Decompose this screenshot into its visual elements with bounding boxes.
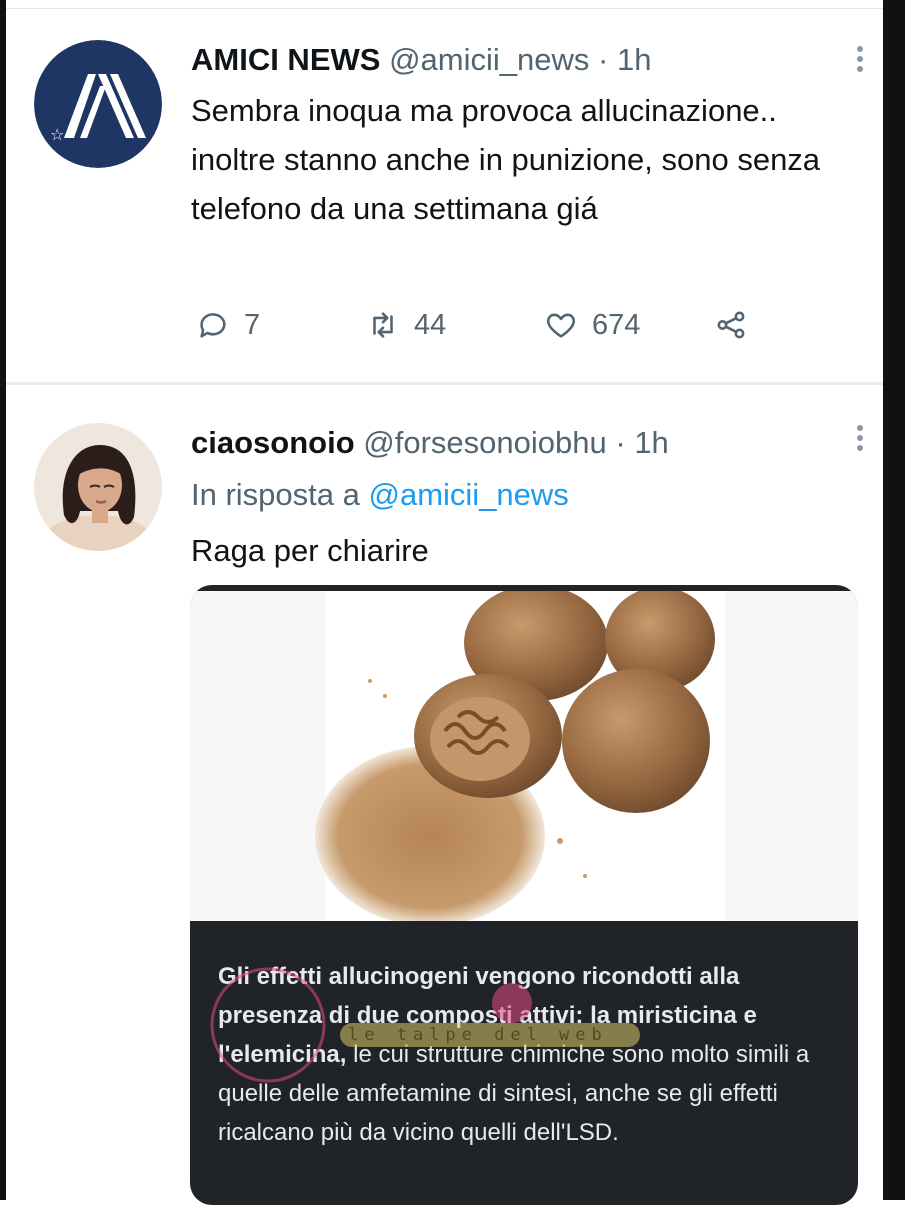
action-bar: 7 44 674 [196, 300, 796, 350]
like-count: 674 [592, 308, 641, 341]
display-name[interactable]: ciaosonoio [191, 425, 355, 460]
share-icon [717, 311, 745, 339]
avatar-ciaosonoio[interactable] [34, 423, 162, 551]
tweet-text: Raga per chiarire [191, 533, 429, 568]
card-caption: Gli effetti allucinogeni vengono ricondo… [218, 957, 838, 1152]
tweet-header: ciaosonoio @forsesonoiobhu · 1h [191, 423, 853, 463]
top-divider [6, 8, 883, 9]
like-button[interactable]: 674 [544, 300, 640, 350]
display-name[interactable]: AMICI NEWS [191, 42, 380, 77]
retweet-count: 44 [414, 308, 447, 341]
tweet-header: AMICI NEWS @amicii_news · 1h [191, 40, 853, 80]
separator-dot: · [598, 42, 609, 77]
watermark-text: le talpe del web [348, 1025, 608, 1045]
reply-button[interactable]: 7 [196, 300, 260, 350]
reply-icon [200, 313, 226, 338]
user-handle[interactable]: @forsesonoiobhu [363, 425, 606, 460]
avatar-amici-news[interactable]: ☆ [34, 40, 162, 168]
nutmeg-image[interactable] [190, 585, 858, 926]
tweet-time[interactable]: 1h [617, 42, 651, 77]
user-handle[interactable]: @amicii_news [389, 42, 589, 77]
retweet-button[interactable]: 44 [366, 300, 446, 350]
tweet-amici-news[interactable]: ☆ AMICI NEWS @amicii_news · 1h Sembra in… [6, 10, 883, 382]
more-icon[interactable] [857, 425, 865, 455]
separator-dot: · [615, 425, 626, 460]
more-icon[interactable] [857, 46, 865, 76]
reply-mention-link[interactable]: @amicii_news [369, 477, 569, 512]
nutmeg-photo [190, 585, 858, 926]
tweet-content: ciaosonoio @forsesonoiobhu · 1h In rispo… [191, 423, 853, 571]
media-card[interactable]: Gli effetti allucinogeni vengono ricondo… [190, 585, 858, 1205]
tweet-ciaosonoio[interactable]: ciaosonoio @forsesonoiobhu · 1h In rispo… [6, 385, 883, 1205]
amici-logo-icon: ☆ [34, 40, 162, 168]
tweet-text: Sembra inoqua ma provoca allucinazione..… [191, 93, 821, 226]
svg-text:☆: ☆ [50, 125, 64, 144]
like-icon [546, 313, 576, 338]
profile-photo [34, 423, 162, 551]
retweet-icon [373, 312, 393, 338]
tweet-content: AMICI NEWS @amicii_news · 1h Sembra inoq… [191, 40, 853, 233]
share-button[interactable] [714, 300, 748, 350]
reply-context: In risposta a @amicii_news [191, 475, 853, 515]
reply-prefix: In risposta a [191, 477, 360, 512]
tweet-time[interactable]: 1h [634, 425, 668, 460]
right-edge [883, 0, 905, 1200]
reply-count: 7 [244, 308, 261, 341]
